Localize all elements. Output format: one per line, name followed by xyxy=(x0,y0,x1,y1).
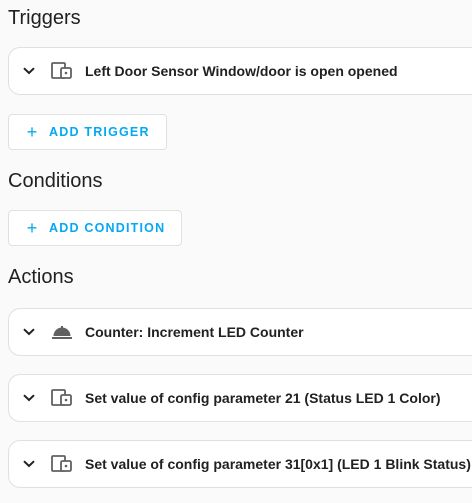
action-label: Set value of config parameter 21 (Status… xyxy=(85,390,441,406)
triggers-heading: Triggers xyxy=(8,7,81,29)
trigger-row[interactable]: Left Door Sensor Window/door is open ope… xyxy=(8,47,472,95)
plus-icon: + xyxy=(26,218,38,238)
plus-icon: + xyxy=(26,122,38,142)
service-bell-icon xyxy=(51,322,73,342)
chevron-down-icon[interactable] xyxy=(22,391,36,405)
action-row[interactable]: Set value of config parameter 31[0x1] (L… xyxy=(8,440,472,488)
add-condition-label: ADD CONDITION xyxy=(49,221,166,235)
trigger-label: Left Door Sensor Window/door is open ope… xyxy=(85,63,398,79)
action-label: Counter: Increment LED Counter xyxy=(85,324,304,340)
conditions-heading: Conditions xyxy=(8,170,103,192)
device-icon xyxy=(51,388,73,408)
action-row[interactable]: Counter: Increment LED Counter xyxy=(8,308,472,356)
action-row[interactable]: Set value of config parameter 21 (Status… xyxy=(8,374,472,422)
actions-heading: Actions xyxy=(8,266,74,288)
chevron-down-icon[interactable] xyxy=(22,64,36,78)
add-condition-button[interactable]: + ADD CONDITION xyxy=(8,210,183,246)
device-icon xyxy=(51,61,73,81)
add-trigger-label: ADD TRIGGER xyxy=(49,125,150,139)
device-icon xyxy=(51,454,73,474)
chevron-down-icon[interactable] xyxy=(22,457,36,471)
chevron-down-icon[interactable] xyxy=(22,325,36,339)
add-trigger-button[interactable]: + ADD TRIGGER xyxy=(8,114,167,150)
action-label: Set value of config parameter 31[0x1] (L… xyxy=(85,456,471,472)
